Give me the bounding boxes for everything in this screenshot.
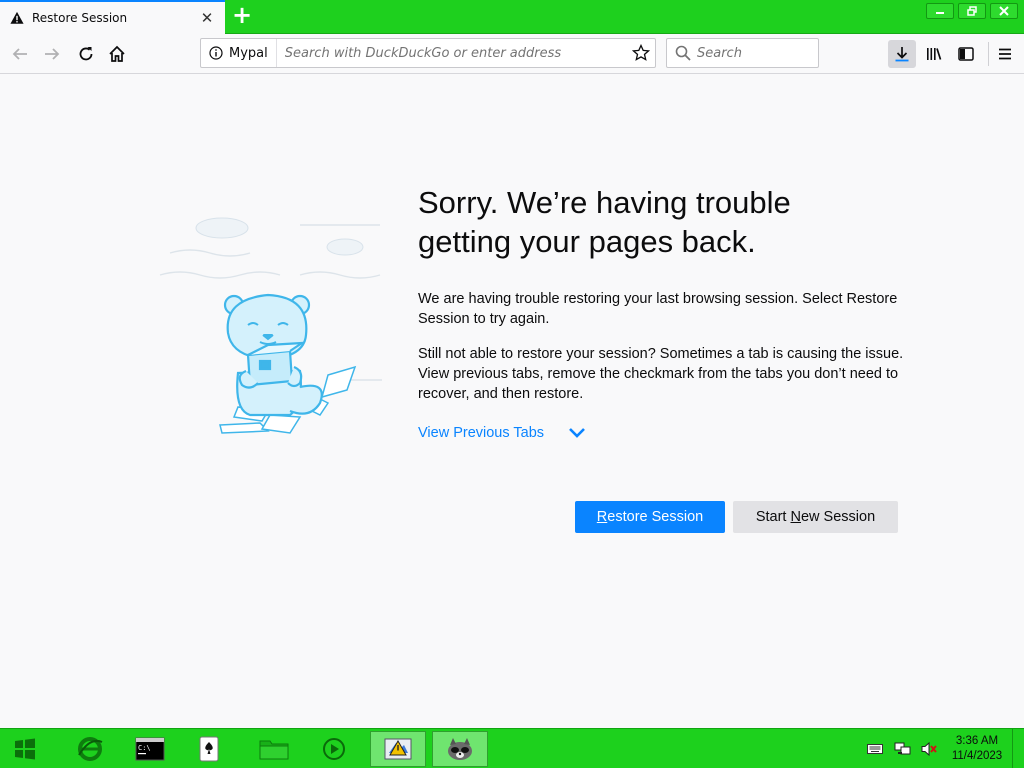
sidebar-icon[interactable]	[952, 40, 980, 68]
media-icon[interactable]	[306, 731, 362, 767]
restore-icon[interactable]	[958, 3, 986, 19]
help-paragraph: Still not able to restore your session? …	[418, 346, 904, 402]
search-input[interactable]	[697, 45, 807, 61]
taskbar-app-active[interactable]	[370, 731, 426, 767]
minimize-icon[interactable]	[926, 3, 954, 19]
reload-icon[interactable]	[72, 40, 100, 68]
site-label: Mypal	[229, 45, 268, 61]
show-desktop-button[interactable]	[1012, 729, 1024, 768]
back-icon[interactable]	[6, 40, 34, 68]
page-title: Sorry. We’re having trouble getting your…	[418, 183, 898, 261]
clock-date: 11/4/2023	[951, 750, 1003, 762]
forward-icon[interactable]	[38, 40, 66, 68]
menu-icon[interactable]	[991, 40, 1019, 68]
navigation-toolbar: Mypal	[0, 34, 1024, 74]
tab-title: Restore Session	[32, 11, 128, 25]
tray-volume-icon[interactable]	[916, 741, 942, 757]
home-icon[interactable]	[103, 40, 131, 68]
view-previous-tabs-label: View Previous Tabs	[418, 425, 545, 441]
clock[interactable]: 3:36 AM 11/4/2023	[942, 734, 1012, 764]
toolbar-separator	[988, 42, 989, 66]
svg-text:C:\: C:\	[138, 744, 151, 752]
start-new-session-button[interactable]: Start New Session	[733, 501, 898, 533]
bear-with-box-illustration	[159, 217, 382, 434]
close-icon[interactable]: ✕	[197, 8, 217, 28]
search-bar[interactable]	[666, 38, 819, 68]
taskbar: C:\ 3:36 AM 11/4/2023	[0, 728, 1024, 768]
site-identity[interactable]: Mypal	[201, 39, 277, 67]
window-close-icon[interactable]	[990, 3, 1018, 19]
library-icon[interactable]	[920, 40, 948, 68]
folder-icon[interactable]	[246, 731, 302, 767]
mypal-icon[interactable]	[432, 731, 488, 767]
chevron-down-icon	[569, 428, 585, 438]
download-icon[interactable]	[888, 40, 916, 68]
system-tray: 3:36 AM 11/4/2023	[860, 729, 1024, 768]
description-paragraph: We are having trouble restoring your las…	[418, 291, 898, 327]
console-icon[interactable]: C:\	[122, 731, 178, 767]
magnifier-icon	[675, 45, 691, 61]
ie-icon[interactable]	[62, 731, 118, 767]
plus-icon[interactable]: +	[230, 3, 254, 28]
page-title-line1: Sorry. We’re having trouble	[418, 185, 791, 220]
clock-time: 3:36 AM	[955, 735, 999, 747]
view-previous-tabs-toggle[interactable]: View Previous Tabs	[418, 425, 586, 441]
tab-restore-session[interactable]: Restore Session ✕	[0, 0, 225, 34]
tray-keyboard-icon[interactable]	[860, 743, 890, 755]
tab-strip: Restore Session ✕ +	[0, 0, 1024, 34]
page-title-line2: getting your pages back.	[418, 224, 756, 259]
session-restore-page: Sorry. We’re having trouble getting your…	[0, 75, 1024, 728]
tray-network-icon[interactable]	[890, 741, 916, 757]
star-icon[interactable]	[627, 44, 655, 62]
url-input[interactable]	[276, 45, 627, 61]
warning-icon	[10, 11, 24, 24]
restore-session-button[interactable]: Restore Session	[575, 501, 725, 533]
start-icon[interactable]	[0, 731, 50, 767]
url-bar[interactable]: Mypal	[200, 38, 656, 68]
solitaire-icon[interactable]	[182, 731, 238, 767]
info-icon	[209, 46, 223, 60]
